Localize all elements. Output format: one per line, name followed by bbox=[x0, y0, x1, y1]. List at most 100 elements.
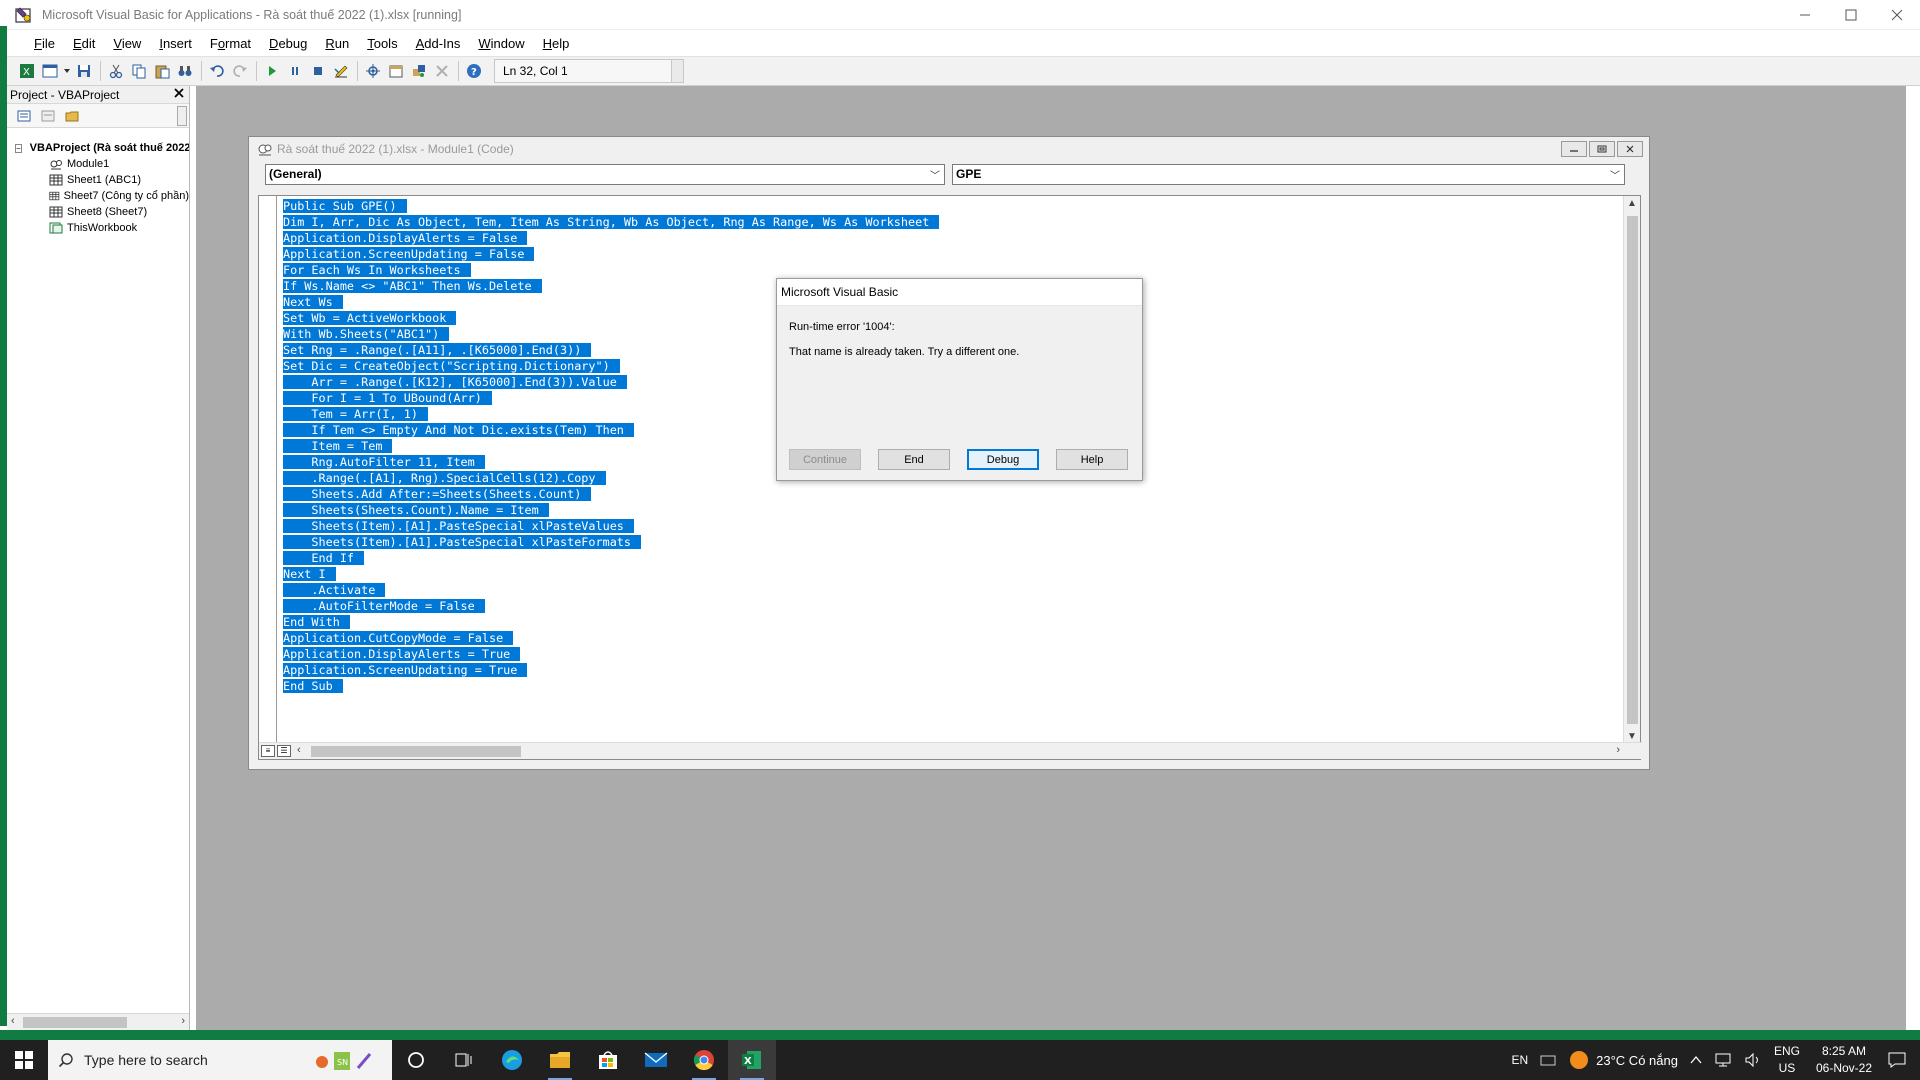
code-line[interactable]: Public Sub GPE() bbox=[283, 198, 939, 214]
taskbar-chrome[interactable] bbox=[680, 1040, 728, 1080]
code-line[interactable]: Application.ScreenUpdating = True bbox=[283, 662, 939, 678]
code-hscrollbar[interactable]: ≡ ☰ ‹ › bbox=[259, 742, 1642, 759]
cortana-button[interactable] bbox=[392, 1040, 440, 1080]
code-line[interactable]: .AutoFilterMode = False bbox=[283, 598, 939, 614]
insert-userform-button[interactable] bbox=[39, 60, 61, 82]
collapse-toggle[interactable]: − bbox=[15, 143, 22, 153]
paste-button[interactable] bbox=[151, 60, 173, 82]
volume-button[interactable] bbox=[1744, 1052, 1762, 1068]
project-explorer-button[interactable] bbox=[362, 60, 384, 82]
tray-app-icon[interactable] bbox=[1540, 1053, 1556, 1067]
help-button[interactable]: Help bbox=[1056, 449, 1128, 470]
menu-file[interactable]: File bbox=[26, 36, 63, 51]
network-button[interactable] bbox=[1714, 1052, 1732, 1068]
menu-format[interactable]: Format bbox=[202, 36, 259, 51]
reset-button[interactable] bbox=[307, 60, 329, 82]
scroll-right-icon[interactable]: › bbox=[181, 1015, 185, 1027]
taskbar-file-explorer[interactable] bbox=[536, 1040, 584, 1080]
toolbox-button[interactable] bbox=[431, 60, 453, 82]
code-vscrollbar[interactable]: ▲ ▼ bbox=[1623, 196, 1640, 744]
code-line[interactable]: Application.CutCopyMode = False bbox=[283, 630, 939, 646]
input-indicator[interactable]: EN bbox=[1511, 1053, 1528, 1067]
project-explorer-scroll-grip[interactable] bbox=[177, 106, 187, 126]
code-window-restore-button[interactable] bbox=[1589, 141, 1615, 157]
break-button[interactable] bbox=[284, 60, 306, 82]
debug-button[interactable]: Debug bbox=[967, 449, 1039, 470]
code-line[interactable]: Next I bbox=[283, 566, 939, 582]
menu-view[interactable]: View bbox=[105, 36, 149, 51]
menu-window[interactable]: Window bbox=[470, 36, 532, 51]
code-line[interactable]: Application.DisplayAlerts = False bbox=[283, 230, 939, 246]
taskbar-excel[interactable]: X bbox=[728, 1040, 776, 1080]
notifications-button[interactable] bbox=[1888, 1052, 1906, 1068]
tree-root-vbaproject[interactable]: − VBAProject (Rà soát thuế 2022 (1).xlsx… bbox=[7, 140, 189, 156]
code-line[interactable]: Sheets.Add After:=Sheets(Sheets.Count) bbox=[283, 486, 939, 502]
view-object-button[interactable] bbox=[37, 107, 59, 125]
close-button[interactable] bbox=[1874, 0, 1920, 30]
maximize-button[interactable] bbox=[1828, 0, 1874, 30]
menu-help[interactable]: Help bbox=[535, 36, 578, 51]
code-line[interactable]: Application.DisplayAlerts = True bbox=[283, 646, 939, 662]
scrollbar-thumb[interactable] bbox=[23, 1017, 127, 1028]
code-line[interactable]: For Each Ws In Worksheets bbox=[283, 262, 939, 278]
menu-run[interactable]: Run bbox=[317, 36, 357, 51]
procedure-combo[interactable]: GPE ﹀ bbox=[952, 163, 1625, 185]
code-line[interactable]: End Sub bbox=[283, 678, 939, 694]
minimize-button[interactable] bbox=[1782, 0, 1828, 30]
full-module-view-button[interactable]: ☰ bbox=[277, 745, 291, 757]
scroll-left-icon[interactable]: ‹ bbox=[297, 744, 301, 756]
view-code-button[interactable] bbox=[13, 107, 35, 125]
toolbar-options-grip[interactable] bbox=[671, 60, 683, 82]
weather-widget[interactable]: 23°C Có nắng bbox=[1568, 1049, 1678, 1071]
toggle-folders-button[interactable] bbox=[61, 107, 83, 125]
design-mode-button[interactable] bbox=[330, 60, 352, 82]
code-margin-indicator-bar[interactable] bbox=[259, 196, 277, 744]
menu-tools[interactable]: Tools bbox=[359, 36, 405, 51]
language-switcher[interactable]: ENG US bbox=[1774, 1043, 1800, 1077]
code-line[interactable]: Dim I, Arr, Dic As Object, Tem, Item As … bbox=[283, 214, 940, 230]
undo-button[interactable] bbox=[206, 60, 228, 82]
scrollbar-thumb[interactable] bbox=[311, 746, 521, 757]
taskbar-edge[interactable] bbox=[488, 1040, 536, 1080]
cut-button[interactable] bbox=[105, 60, 127, 82]
procedure-view-button[interactable]: ≡ bbox=[261, 745, 275, 757]
tree-item-sheet8[interactable]: Sheet8 (Sheet7) bbox=[7, 204, 189, 220]
save-button[interactable] bbox=[73, 60, 95, 82]
show-hidden-icons-button[interactable] bbox=[1690, 1055, 1702, 1065]
start-button[interactable] bbox=[0, 1040, 48, 1080]
code-line[interactable]: Sheets(Item).[A1].PasteSpecial xlPasteVa… bbox=[283, 518, 939, 534]
scroll-down-icon[interactable]: ▼ bbox=[1627, 731, 1637, 742]
insert-dropdown-arrow[interactable] bbox=[62, 60, 72, 82]
help-button[interactable]: ? bbox=[463, 60, 485, 82]
tree-item-sheet1[interactable]: Sheet1 (ABC1) bbox=[7, 172, 189, 188]
clock[interactable]: 8:25 AM 06-Nov-22 bbox=[1816, 1043, 1872, 1077]
code-window-minimize-button[interactable] bbox=[1561, 141, 1587, 157]
redo-button[interactable] bbox=[229, 60, 251, 82]
view-excel-button[interactable]: X bbox=[16, 60, 38, 82]
tree-item-module1[interactable]: Module1 bbox=[7, 156, 189, 172]
scroll-right-icon[interactable]: › bbox=[1616, 744, 1620, 756]
code-line[interactable]: End If bbox=[283, 550, 939, 566]
continue-button[interactable]: Continue bbox=[789, 449, 861, 470]
menu-debug[interactable]: Debug bbox=[261, 36, 315, 51]
tree-item-sheet7[interactable]: Sheet7 (Công ty cổ phần) bbox=[7, 188, 189, 204]
scrollbar-thumb[interactable] bbox=[1627, 216, 1638, 724]
run-button[interactable] bbox=[261, 60, 283, 82]
taskbar-search-box[interactable]: Type here to search SN bbox=[48, 1040, 392, 1080]
code-line[interactable]: End With bbox=[283, 614, 939, 630]
end-button[interactable]: End bbox=[878, 449, 950, 470]
code-line[interactable]: Sheets(Sheets.Count).Name = Item bbox=[283, 502, 939, 518]
code-window-close-button[interactable] bbox=[1617, 141, 1643, 157]
object-browser-button[interactable] bbox=[408, 60, 430, 82]
taskbar-store[interactable] bbox=[584, 1040, 632, 1080]
project-explorer-hscrollbar[interactable]: ‹ › bbox=[7, 1013, 189, 1030]
code-line[interactable]: Sheets(Item).[A1].PasteSpecial xlPasteFo… bbox=[283, 534, 939, 550]
code-line[interactable]: .Activate bbox=[283, 582, 939, 598]
taskbar-mail[interactable] bbox=[632, 1040, 680, 1080]
project-explorer-close-button[interactable] bbox=[171, 87, 187, 103]
task-view-button[interactable] bbox=[440, 1040, 488, 1080]
menu-insert[interactable]: Insert bbox=[151, 36, 200, 51]
properties-window-button[interactable] bbox=[385, 60, 407, 82]
scroll-left-icon[interactable]: ‹ bbox=[11, 1015, 15, 1027]
find-button[interactable] bbox=[174, 60, 196, 82]
